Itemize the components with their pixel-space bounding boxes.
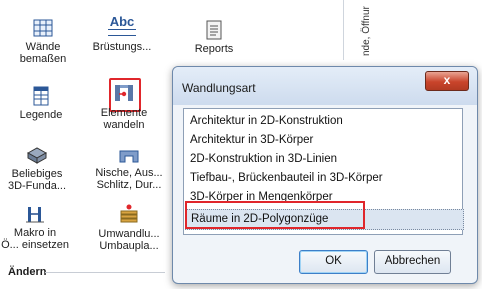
conversion-plan-icon xyxy=(120,204,138,223)
list-item[interactable]: Tiefbau-, Brückenbauteil in 3D-Körper xyxy=(190,172,383,184)
selection-highlight-box xyxy=(185,201,365,229)
makro-einsetzen-tool[interactable]: Makro in Ö... einsetzen xyxy=(0,204,70,251)
list-item[interactable]: Architektur in 2D-Konstruktion xyxy=(190,115,343,127)
elemente-wandeln-tool[interactable]: Elemente wandeln xyxy=(94,82,154,131)
umwandlung-label: Umwandlu... Umbaupla... xyxy=(98,228,160,252)
dialog-title: Wandlungsart xyxy=(182,81,256,95)
elemente-wandeln-label: Elemente wandeln xyxy=(100,107,148,131)
umwandlung-tool[interactable]: Umwandlu... Umbaupla... xyxy=(94,203,164,252)
macro-insert-icon xyxy=(26,207,44,223)
bruestungen-label: Brüstungs... xyxy=(92,41,152,53)
reports-tool[interactable]: Reports xyxy=(190,20,238,55)
dimension-walls-icon xyxy=(33,19,53,37)
makro-label: Makro in Ö... einsetzen xyxy=(1,227,69,251)
waende-bemassen-label: Wände bemaßen xyxy=(19,41,67,65)
foundation-block-icon xyxy=(26,147,48,164)
vertical-tool-label: nde, Öffnur xyxy=(361,6,372,56)
legende-label: Legende xyxy=(19,109,63,121)
cancel-button[interactable]: Abbrechen xyxy=(374,250,451,274)
list-item[interactable]: 2D-Konstruktion in 3D-Linien xyxy=(190,153,337,165)
bruestungen-tool[interactable]: Abc Brüstungs... xyxy=(86,15,158,53)
beliebiges-3d-fundament-tool[interactable]: Beliebiges 3D-Funda... xyxy=(6,145,68,192)
beliebiges-label: Beliebiges 3D-Funda... xyxy=(7,168,67,192)
nische-label: Nische, Aus... Schlitz, Dur... xyxy=(95,167,163,191)
dialog-titlebar[interactable]: Wandlungsart x xyxy=(173,67,477,105)
close-icon: x xyxy=(443,73,451,87)
convert-elements-icon xyxy=(115,85,133,101)
abc-text-icon: Abc xyxy=(86,15,158,38)
nische-aussparung-tool[interactable]: Nische, Aus... Schlitz, Dur... xyxy=(92,148,166,191)
section-divider-line xyxy=(45,272,165,273)
list-item[interactable]: Architektur in 3D-Körper xyxy=(190,134,313,146)
wandlungsart-dialog: Wandlungsart x Architektur in 2D-Konstru… xyxy=(172,66,478,284)
legend-table-icon xyxy=(33,86,49,106)
close-button[interactable]: x xyxy=(425,71,469,91)
ok-button[interactable]: OK xyxy=(299,250,368,274)
waende-bemassen-tool[interactable]: Wände bemaßen xyxy=(17,18,69,65)
section-label-aendern: Ändern xyxy=(8,266,47,278)
niche-icon xyxy=(119,150,139,163)
report-document-icon xyxy=(206,20,222,40)
legende-tool[interactable]: Legende xyxy=(15,86,67,121)
ribbon-divider xyxy=(343,0,344,60)
reports-label: Reports xyxy=(194,43,234,55)
